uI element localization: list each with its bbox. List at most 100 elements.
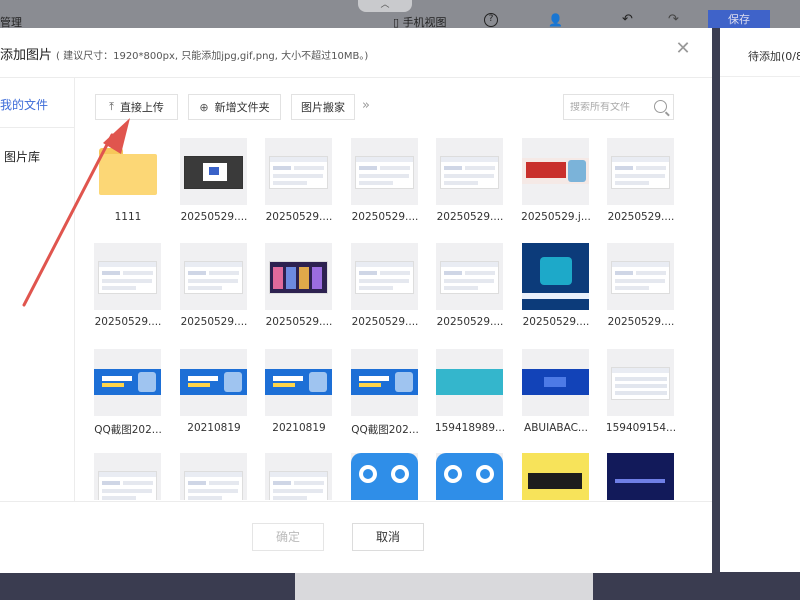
image-thumbnail xyxy=(94,243,161,310)
image-thumbnail xyxy=(351,349,418,416)
image-thumbnail xyxy=(94,453,161,500)
sidebar-item-my-files[interactable]: 我的文件 xyxy=(0,96,48,113)
background-strip xyxy=(712,28,720,576)
item-name: QQ截图202... xyxy=(94,424,162,436)
image-item[interactable]: ABUIABAC... xyxy=(522,349,589,434)
close-icon[interactable]: ✕ xyxy=(674,40,692,58)
pending-panel: 待添加(0/8) xyxy=(720,28,800,576)
image-item[interactable] xyxy=(94,453,161,500)
image-thumbnail xyxy=(522,138,589,205)
new-folder-label: 新增文件夹 xyxy=(214,101,270,114)
sidebar-item-image-library[interactable]: 图片库 xyxy=(4,148,40,165)
image-thumbnail xyxy=(351,243,418,310)
background-footer xyxy=(0,572,800,600)
image-item[interactable]: 20250529.... xyxy=(265,243,332,328)
image-item[interactable]: QQ截图202... xyxy=(94,349,162,437)
image-thumbnail xyxy=(607,138,674,205)
image-thumbnail xyxy=(180,243,247,310)
image-thumbnail xyxy=(265,243,332,310)
image-item[interactable]: 20250529.j... xyxy=(521,138,591,223)
image-item[interactable]: 20250529.... xyxy=(522,243,589,328)
save-button[interactable]: 保存 xyxy=(708,10,770,30)
image-item[interactable] xyxy=(351,453,418,500)
item-name: 20250529.... xyxy=(265,316,333,328)
search-box[interactable] xyxy=(563,94,674,120)
item-name: 20250529.... xyxy=(522,316,590,328)
image-item[interactable]: 20250529.... xyxy=(94,243,161,328)
image-thumbnail xyxy=(607,349,674,416)
image-thumbnail xyxy=(436,349,503,416)
image-item[interactable] xyxy=(265,453,332,500)
image-thumbnail xyxy=(351,453,418,500)
cancel-button[interactable]: 取消 xyxy=(352,523,424,551)
image-item[interactable]: 20210819 xyxy=(180,349,247,434)
upload-button[interactable]: ⤒ 直接上传 xyxy=(95,94,178,120)
sidebar: 我的文件 图片库 xyxy=(0,77,75,501)
size-hint: ( 建议尺寸：1920*800px, 只能添加jpg,gif,png, 大小不超… xyxy=(56,51,369,62)
item-name: ABUIABAC... xyxy=(524,422,588,434)
new-folder-button[interactable]: ⊕ 新增文件夹 xyxy=(188,94,281,120)
image-thumbnail xyxy=(351,138,418,205)
image-item[interactable]: 20250529.... xyxy=(436,138,503,223)
item-name: 20250529.... xyxy=(265,211,333,223)
item-name: 20250529.... xyxy=(351,211,419,223)
item-name: QQ截图202... xyxy=(351,424,419,436)
image-thumbnail xyxy=(265,349,332,416)
upload-icon: ⤒ xyxy=(109,100,114,113)
image-item[interactable]: 20250529.... xyxy=(351,243,418,328)
image-thumbnail xyxy=(265,453,332,500)
undo-icon[interactable]: ↶ xyxy=(622,12,633,27)
image-item[interactable]: 159418989... xyxy=(435,349,505,434)
user-icon[interactable]: 👤 xyxy=(548,13,563,27)
dialog-title: 添加图片( 建议尺寸：1920*800px, 只能添加jpg,gif,png, … xyxy=(0,44,368,63)
background-header: 管理 ︿ ▯ 手机视图 ? 👤 ↶ ↷ 保存 xyxy=(0,0,800,30)
item-name: 1111 xyxy=(114,211,142,223)
image-thumbnail xyxy=(436,243,503,310)
item-name: 20250529.... xyxy=(436,316,504,328)
image-item[interactable] xyxy=(607,453,674,500)
item-name: 20250529.j... xyxy=(521,211,591,223)
image-item[interactable] xyxy=(180,453,247,500)
add-image-dialog: 添加图片( 建议尺寸：1920*800px, 只能添加jpg,gif,png, … xyxy=(0,28,712,573)
pending-count: 待添加(0/8) xyxy=(748,50,800,63)
image-item[interactable] xyxy=(522,453,589,500)
item-name: 20250529.... xyxy=(180,316,248,328)
image-thumbnail xyxy=(522,243,589,310)
image-item[interactable]: 20250529.... xyxy=(607,138,674,223)
image-item[interactable]: 20250529.... xyxy=(607,243,674,328)
chevron-up-icon[interactable]: ︿ xyxy=(358,0,412,12)
item-name: 20210819 xyxy=(187,422,241,434)
image-item[interactable]: 20250529.... xyxy=(265,138,332,223)
folder-add-icon: ⊕ xyxy=(199,100,209,114)
help-icon[interactable]: ? xyxy=(484,13,498,27)
image-thumbnail xyxy=(180,453,247,500)
image-item[interactable]: 20250529.... xyxy=(180,243,247,328)
item-name: 20250529.... xyxy=(180,211,248,223)
item-name: 20250529.... xyxy=(607,316,675,328)
double-chevron-right-icon[interactable]: » xyxy=(362,98,370,113)
image-item[interactable] xyxy=(436,453,503,500)
image-thumbnail xyxy=(180,138,247,205)
move-images-button[interactable]: 图片搬家 xyxy=(291,94,355,120)
item-name: 20250529.... xyxy=(94,316,162,328)
search-input[interactable] xyxy=(570,101,650,113)
redo-icon[interactable]: ↷ xyxy=(668,12,679,27)
move-images-label: 图片搬家 xyxy=(301,101,345,114)
search-icon[interactable] xyxy=(654,100,667,113)
item-name: 20250529.... xyxy=(607,211,675,223)
image-item[interactable]: QQ截图202... xyxy=(351,349,419,437)
image-item[interactable]: 20210819 xyxy=(265,349,332,434)
folder-item[interactable]: 1111 xyxy=(94,138,161,223)
upload-label: 直接上传 xyxy=(119,101,164,114)
image-item[interactable]: 20250529.... xyxy=(180,138,247,223)
image-item[interactable]: 20250529.... xyxy=(351,138,418,223)
image-thumbnail xyxy=(265,138,332,205)
image-item[interactable]: 20250529.... xyxy=(436,243,503,328)
image-item[interactable]: 159409154... xyxy=(606,349,676,434)
image-thumbnail xyxy=(436,138,503,205)
image-thumbnail xyxy=(436,453,503,500)
image-thumbnail xyxy=(522,349,589,416)
confirm-button[interactable]: 确定 xyxy=(252,523,324,551)
item-name: 20250529.... xyxy=(351,316,419,328)
item-name: 20250529.... xyxy=(436,211,504,223)
